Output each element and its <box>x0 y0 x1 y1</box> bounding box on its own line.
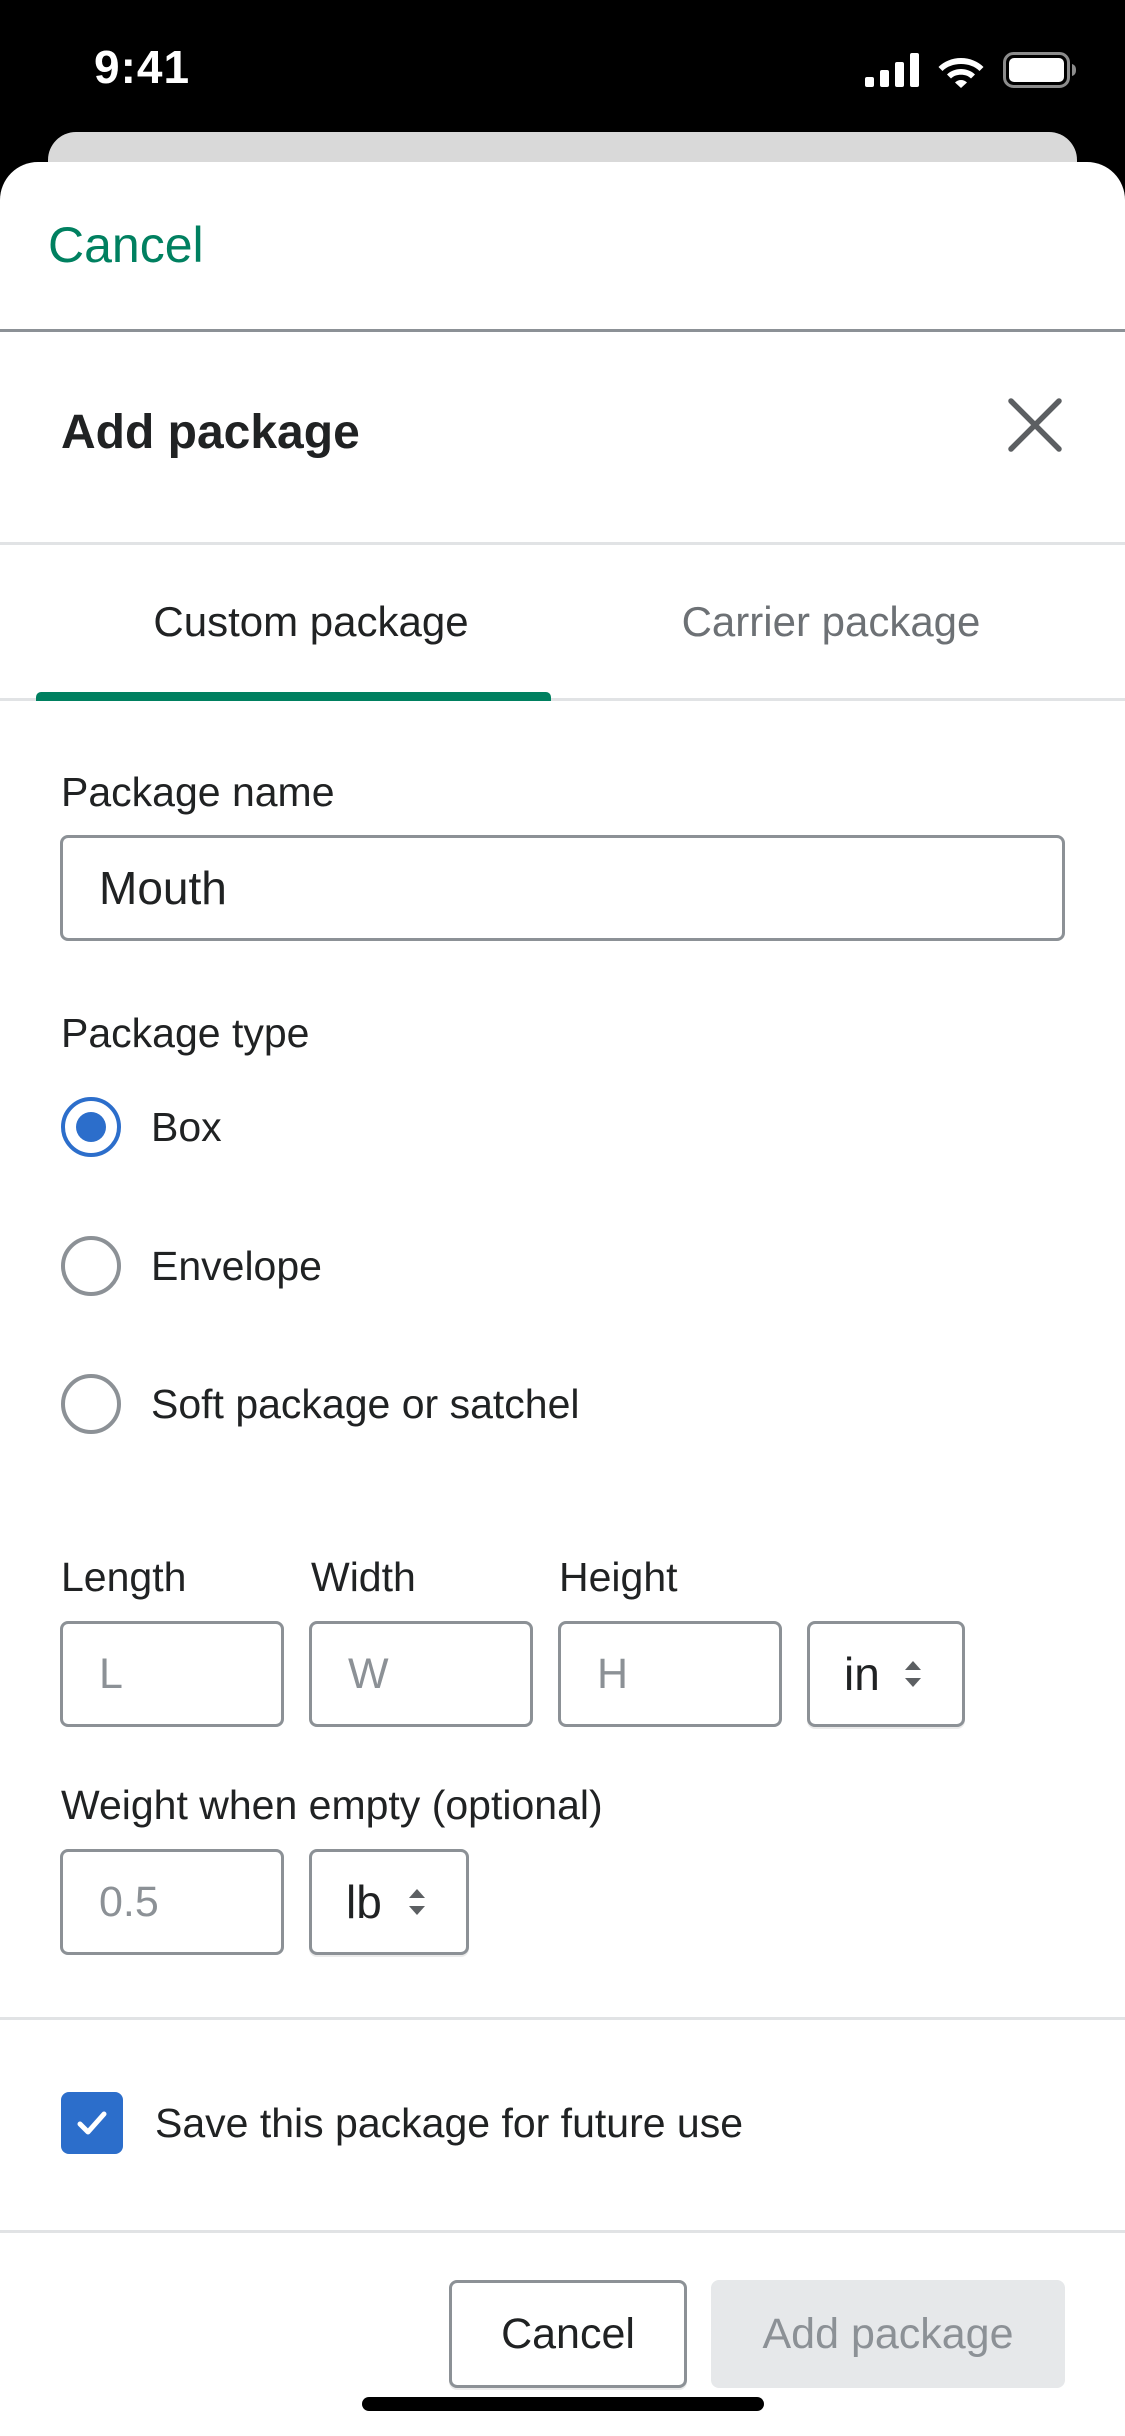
length-input[interactable] <box>60 1621 284 1727</box>
weight-input[interactable] <box>60 1849 284 1955</box>
radio-envelope[interactable]: Envelope <box>61 1231 322 1301</box>
select-arrows-icon <box>905 1661 921 1687</box>
package-type-label: Package type <box>61 1010 310 1056</box>
width-label: Width <box>311 1554 416 1600</box>
home-indicator <box>362 2397 764 2411</box>
tab-selected-indicator <box>36 692 551 701</box>
sheet-nav-bar: Cancel <box>0 162 1125 332</box>
add-package-button[interactable]: Add package <box>711 2280 1065 2388</box>
dimension-unit-select[interactable]: in <box>807 1621 965 1727</box>
modal-sheet: Cancel Add package Custom package Carrie… <box>0 162 1125 2436</box>
status-icons <box>865 52 1077 88</box>
checkmark-icon <box>77 2111 107 2135</box>
width-input[interactable] <box>309 1621 533 1727</box>
length-label: Length <box>61 1554 187 1600</box>
weight-unit-value: lb <box>346 1876 382 1928</box>
radio-label-envelope: Envelope <box>151 1242 322 1289</box>
nav-cancel-button[interactable]: Cancel <box>48 216 204 274</box>
save-package-checkbox[interactable] <box>61 2092 123 2154</box>
tab-carrier-package[interactable]: Carrier package <box>556 546 1106 698</box>
weight-unit-select[interactable]: lb <box>309 1849 469 1955</box>
package-tabs: Custom package Carrier package <box>0 546 1125 701</box>
radio-label-box: Box <box>151 1103 222 1150</box>
close-button[interactable] <box>1003 393 1067 457</box>
weight-label: Weight when empty (optional) <box>61 1782 603 1828</box>
status-bar: 9:41 <box>0 0 1125 140</box>
radio-soft-package[interactable]: Soft package or satchel <box>61 1369 579 1439</box>
modal-title: Add package <box>61 406 360 459</box>
modal-header: Add package <box>0 335 1125 545</box>
select-arrows-icon <box>409 1889 425 1915</box>
footer-divider <box>0 2230 1125 2233</box>
package-name-label: Package name <box>61 769 335 815</box>
radio-box[interactable]: Box <box>61 1092 222 1162</box>
status-time: 9:41 <box>94 41 191 93</box>
save-package-label: Save this package for future use <box>155 2099 744 2146</box>
tab-custom-package[interactable]: Custom package <box>36 546 586 698</box>
save-package-checkbox-row[interactable]: Save this package for future use <box>61 2088 743 2158</box>
battery-icon <box>1003 52 1076 88</box>
package-name-input[interactable] <box>60 835 1065 941</box>
height-input[interactable] <box>558 1621 782 1727</box>
close-icon <box>1008 398 1062 452</box>
wifi-icon <box>938 58 984 88</box>
cancel-button[interactable]: Cancel <box>449 2280 687 2388</box>
dimension-unit-value: in <box>844 1648 880 1700</box>
signal-icon <box>865 53 919 87</box>
height-label: Height <box>559 1554 678 1600</box>
section-divider <box>0 2017 1125 2020</box>
radio-button[interactable] <box>61 1236 121 1296</box>
radio-label-soft-package: Soft package or satchel <box>151 1380 580 1427</box>
radio-button[interactable] <box>61 1374 121 1434</box>
radio-button-checked[interactable] <box>61 1097 121 1157</box>
